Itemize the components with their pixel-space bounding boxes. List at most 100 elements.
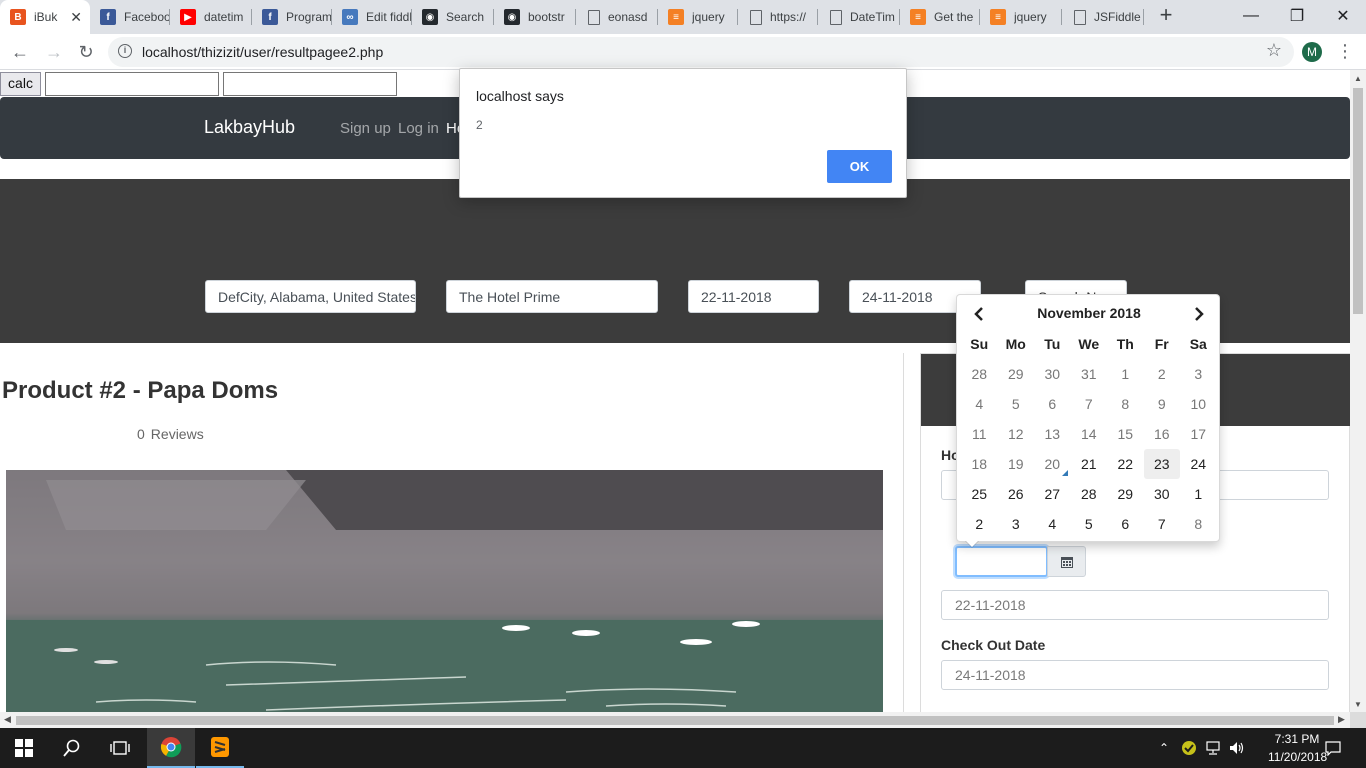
calendar-day[interactable]: 24 — [1180, 449, 1217, 479]
hotel-input[interactable]: The Hotel Prime — [446, 280, 658, 313]
tray-overflow-icon[interactable]: ⌃ — [1154, 728, 1174, 768]
calendar-day: 8 — [1121, 396, 1130, 412]
tab-title: DateTim — [850, 10, 895, 24]
network-icon[interactable] — [1202, 728, 1224, 768]
browser-tab[interactable]: DateTim — [818, 0, 900, 34]
start-button[interactable] — [0, 728, 48, 768]
calendar-day[interactable]: 30 — [1144, 479, 1181, 509]
site-info-icon[interactable]: i — [118, 44, 132, 58]
product-photo — [6, 470, 883, 712]
new-tab-button[interactable]: + — [1154, 4, 1178, 28]
browser-tab[interactable]: ◉ Search — [412, 0, 494, 34]
product-title: Product #2 - Papa Doms — [2, 377, 279, 404]
calendar-day[interactable]: 2 — [961, 509, 998, 539]
network-wired-icon — [1206, 741, 1220, 755]
sublime-taskbar-app[interactable] — [196, 728, 244, 768]
next-month-button[interactable] — [1185, 303, 1213, 325]
vertical-scroll-thumb[interactable] — [1353, 88, 1363, 314]
calendar-button[interactable] — [1047, 546, 1086, 577]
chrome-taskbar-app[interactable] — [147, 728, 195, 768]
back-button[interactable]: ← — [8, 40, 32, 64]
windows-logo-icon — [15, 739, 33, 757]
github-icon: ◉ — [422, 9, 438, 25]
browser-tab[interactable]: JSFiddle — [1062, 0, 1144, 34]
browser-tab[interactable]: ≡ Get the — [900, 0, 980, 34]
calendar-day: 12 — [1007, 426, 1024, 442]
volume-icon[interactable] — [1226, 728, 1248, 768]
location-input[interactable]: DefCity, Alabama, United States — [205, 280, 416, 313]
browser-menu-icon[interactable]: ⋮ — [1336, 40, 1354, 64]
date-picker-input[interactable] — [955, 546, 1048, 577]
calendar-day[interactable]: 6 — [1107, 509, 1144, 539]
calendar-day: 13 — [1044, 426, 1061, 442]
booking-checkout-field[interactable]: 24-11-2018 — [941, 660, 1329, 690]
horizontal-scrollbar[interactable]: ◀ ▶ — [0, 712, 1350, 728]
scroll-up-arrow[interactable]: ▲ — [1354, 74, 1362, 83]
calendar-day[interactable]: 4 — [1034, 509, 1071, 539]
norton-tray-icon[interactable] — [1178, 728, 1200, 768]
booking-checkin-field[interactable]: 22-11-2018 — [941, 590, 1329, 620]
calendar-day[interactable]: 5 — [1071, 509, 1108, 539]
browser-tab[interactable]: ≡ jquery — [658, 0, 738, 34]
forward-button[interactable]: → — [42, 40, 66, 64]
browser-tab[interactable]: f Faceboo — [90, 0, 170, 34]
calendar-day: 20 — [1034, 449, 1071, 479]
calendar-day[interactable]: 21 — [1071, 449, 1108, 479]
calendar-day[interactable]: 3 — [998, 509, 1035, 539]
browser-tab[interactable]: eonasd — [576, 0, 658, 34]
vertical-scrollbar[interactable]: ▲ ▼ — [1350, 70, 1366, 712]
calendar-month-title[interactable]: November 2018 — [957, 305, 1221, 321]
calendar-day[interactable]: 26 — [998, 479, 1035, 509]
calendar-day[interactable]: 27 — [1034, 479, 1071, 509]
taskbar-clock[interactable]: 7:31 PM 11/20/2018 — [1268, 730, 1327, 766]
calendar-day[interactable]: 28 — [1071, 479, 1108, 509]
calendar-day[interactable]: 22 — [1107, 449, 1144, 479]
browser-tab[interactable]: ◉ bootstr — [494, 0, 576, 34]
nav-signup-link[interactable]: Sign up — [340, 120, 391, 137]
browser-tab[interactable]: f Program — [252, 0, 332, 34]
calendar-grid: Su Mo Tu We Th Fr Sa 28 29 30 31 1 2 3 4 5 6 7 8 9 10 11 12 13 1… — [961, 329, 1217, 539]
youtube-icon: ▶ — [180, 9, 196, 25]
nav-login-link[interactable]: Log in — [398, 120, 439, 137]
calendar-day[interactable]: 7 — [1144, 509, 1181, 539]
calc-input-2[interactable] — [223, 72, 397, 96]
reviews-summary[interactable]: 0 Reviews — [137, 426, 204, 442]
brand-logo[interactable]: LakbayHub — [204, 117, 295, 138]
browser-tab[interactable]: ∞ Edit fiddl — [332, 0, 412, 34]
restore-button[interactable]: ❐ — [1274, 0, 1320, 32]
windows-taskbar: ⌃ 7:31 PM 11/20/2018 — [0, 728, 1366, 768]
browser-tab[interactable]: BiBuk ✕ — [0, 0, 90, 34]
scrollbar-corner — [1350, 712, 1366, 728]
action-center-icon[interactable] — [1322, 728, 1344, 768]
calendar-day[interactable]: 1 — [1180, 479, 1217, 509]
calendar-week: 4 5 6 7 8 9 10 — [961, 389, 1217, 419]
weekday-label: Sa — [1189, 336, 1207, 352]
close-tab-icon[interactable]: ✕ — [70, 9, 82, 26]
reload-button[interactable]: ↻ — [74, 40, 98, 64]
weekday-label: Th — [1116, 336, 1134, 352]
alert-ok-button[interactable]: OK — [827, 150, 892, 183]
browser-tab[interactable]: https:// — [738, 0, 818, 34]
calendar-day: 9 — [1157, 396, 1166, 412]
calendar-day[interactable]: 23 — [1143, 449, 1180, 479]
search-taskbar-button[interactable] — [48, 728, 96, 768]
horizontal-scroll-thumb[interactable] — [16, 716, 1334, 725]
calc-button[interactable]: calc — [0, 72, 41, 96]
scroll-down-arrow[interactable]: ▼ — [1354, 700, 1362, 709]
scroll-left-arrow[interactable]: ◀ — [4, 714, 11, 725]
address-bar[interactable]: i localhost/thizizit/user/resultpagee2.p… — [108, 37, 1294, 67]
bookmark-star-icon[interactable]: ☆ — [1266, 40, 1282, 61]
close-window-button[interactable]: ✕ — [1320, 0, 1366, 32]
profile-avatar[interactable]: M — [1302, 42, 1322, 62]
browser-tab[interactable]: ▶ datetim — [170, 0, 252, 34]
checkin-input[interactable]: 22-11-2018 — [688, 280, 819, 313]
calc-input-1[interactable] — [45, 72, 219, 96]
calendar-day[interactable]: 25 — [961, 479, 998, 509]
task-view-button[interactable] — [96, 728, 144, 768]
tab-title: bootstr — [528, 10, 565, 24]
weekday-label: Su — [970, 336, 989, 352]
scroll-right-arrow[interactable]: ▶ — [1338, 714, 1345, 725]
minimize-button[interactable]: — — [1228, 0, 1274, 32]
calendar-day[interactable]: 29 — [1107, 479, 1144, 509]
browser-tab[interactable]: ≡ jquery — [980, 0, 1062, 34]
